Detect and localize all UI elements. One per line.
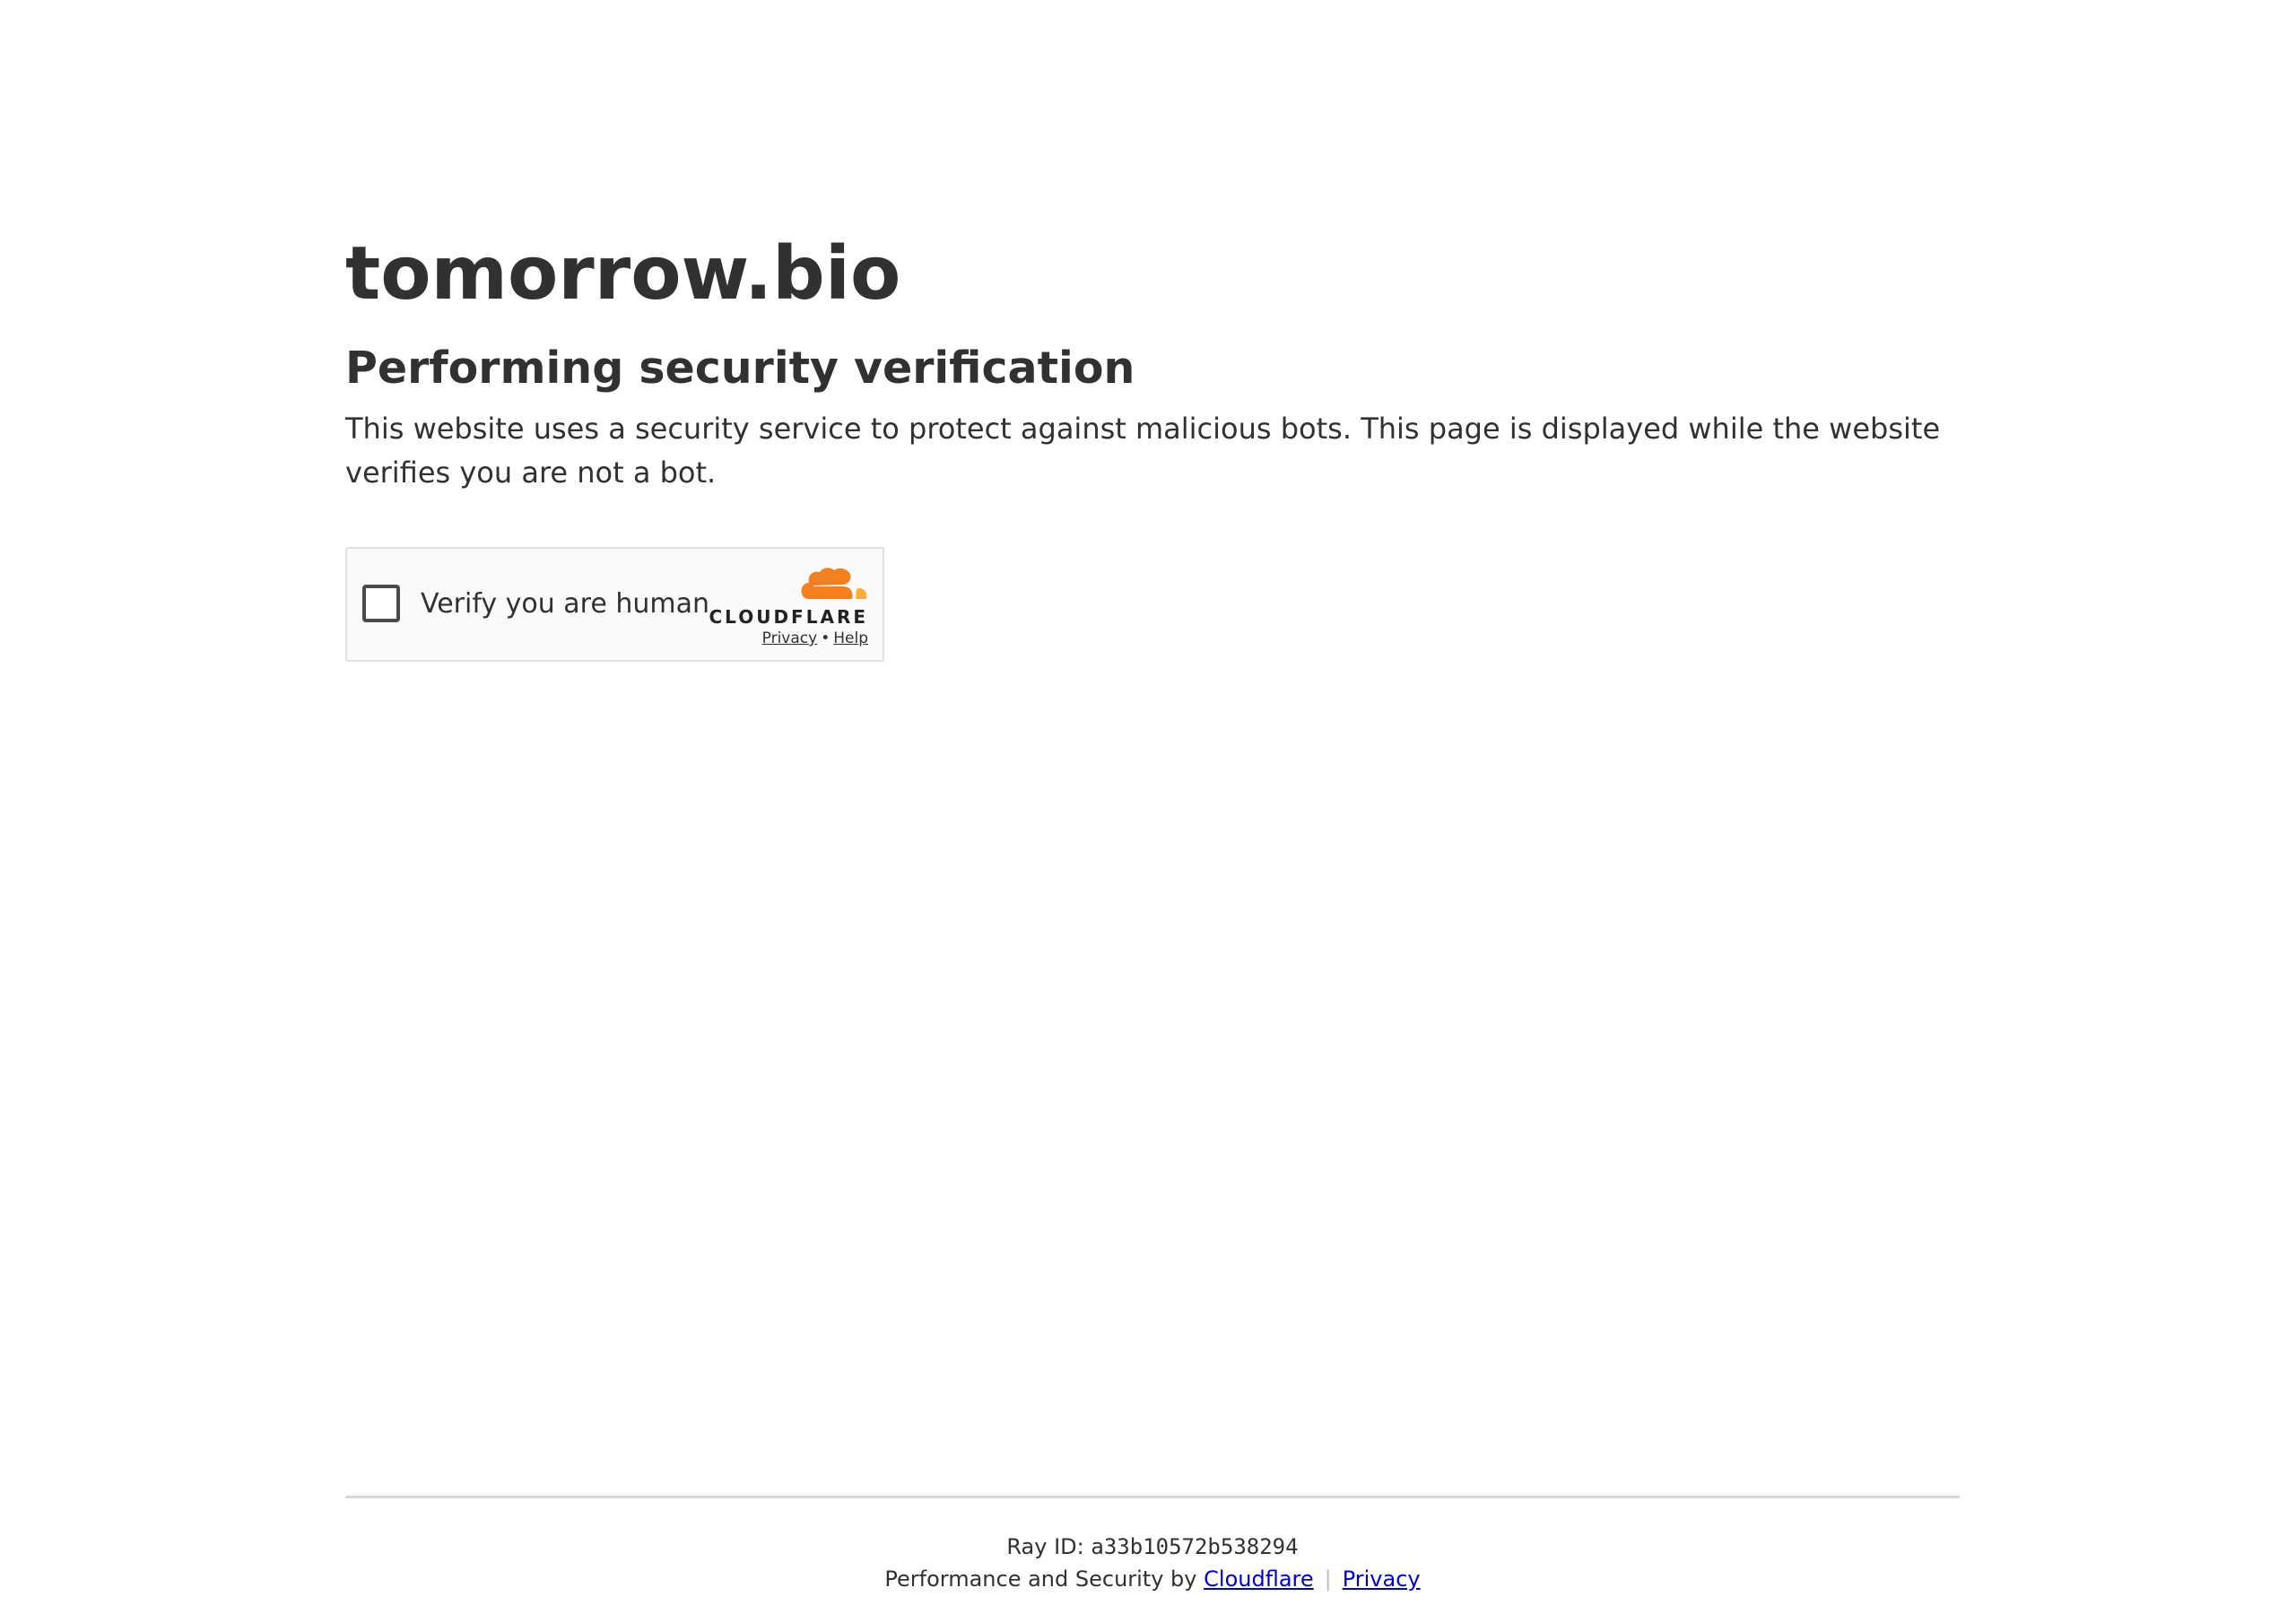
link-separator: • — [821, 629, 831, 647]
footer-separator: | — [1324, 1566, 1332, 1592]
footer: Ray ID: a33b10572b538294 Performance and… — [345, 1496, 1960, 1595]
main-content: tomorrow.bio Performing security verific… — [345, 224, 1960, 495]
site-name: tomorrow.bio — [345, 231, 901, 317]
ray-id-value: a33b10572b538294 — [1091, 1534, 1299, 1559]
ray-id-line: Ray ID: a33b10572b538294 — [345, 1531, 1960, 1563]
cloudflare-link[interactable]: Cloudflare — [1204, 1566, 1313, 1592]
ray-id-label: Ray ID: — [1006, 1534, 1084, 1559]
turnstile-widget: Verify you are human CLOUDFLARE Privacy •… — [345, 547, 884, 662]
footer-privacy-link[interactable]: Privacy — [1343, 1566, 1421, 1592]
verify-checkbox[interactable] — [362, 585, 400, 622]
cloudflare-brand: CLOUDFLARE Privacy • Help — [709, 567, 868, 647]
performance-text: Performance and Security by — [884, 1566, 1197, 1592]
page-description: This website uses a security service to … — [345, 412, 1941, 490]
performance-line: Performance and Security by Cloudflare | P… — [345, 1563, 1960, 1595]
widget-privacy-link[interactable]: Privacy — [762, 629, 818, 647]
widget-help-link[interactable]: Help — [833, 629, 868, 647]
cloudflare-wordmark: CLOUDFLARE — [709, 606, 868, 628]
cloudflare-logo-icon — [801, 568, 867, 599]
page-heading: Performing security verification — [345, 343, 1135, 394]
widget-links: Privacy • Help — [762, 629, 868, 647]
verify-label[interactable]: Verify you are human — [421, 585, 709, 624]
